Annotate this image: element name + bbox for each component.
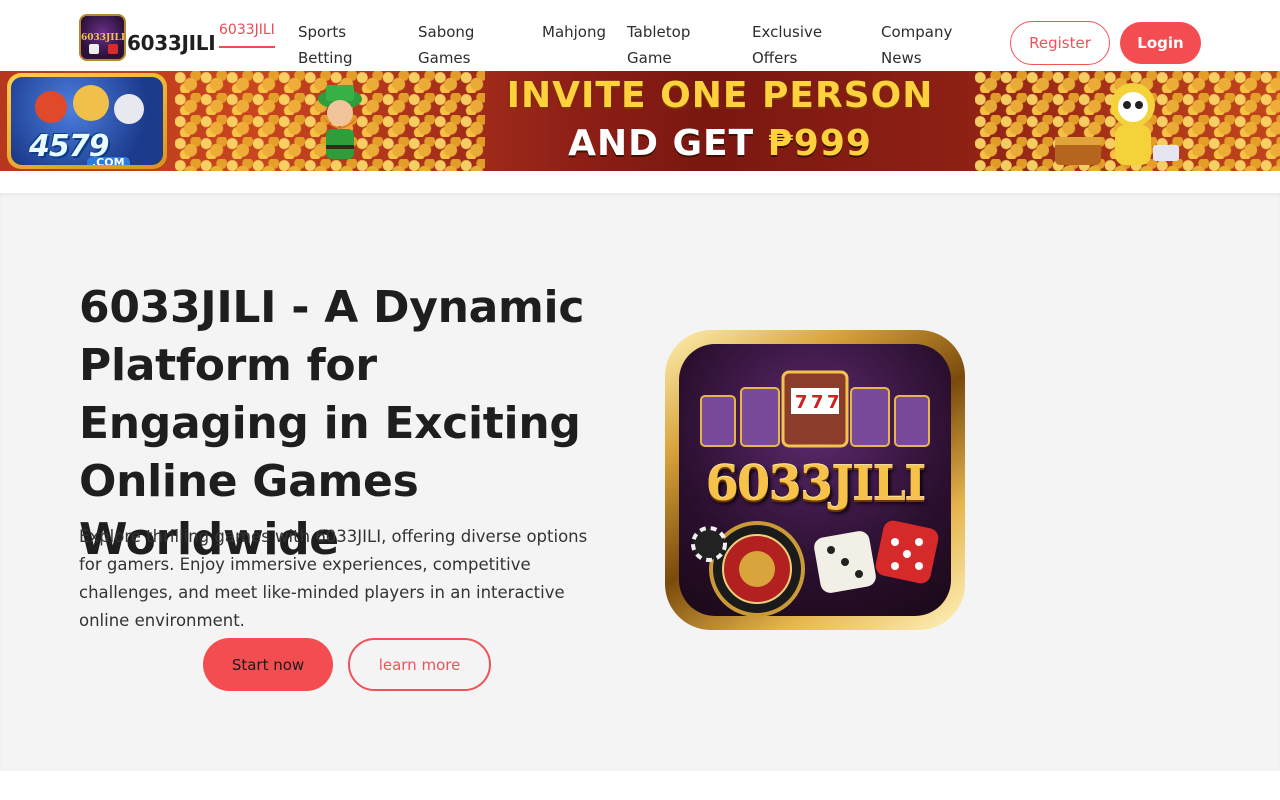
login-button[interactable]: Login (1120, 22, 1201, 64)
nav-item-company-news[interactable]: Company News (881, 19, 952, 71)
brand-logo-icon-text: 6033JILI (81, 33, 126, 43)
banner-amount: ₱999 (767, 123, 872, 164)
hero-description: Explore thrilling games with 6033JILI, o… (79, 527, 588, 630)
spacer-strip (0, 171, 1280, 193)
banner-headline: INVITE ONE PERSON AND GET ₱999 (440, 71, 1000, 171)
top-navbar: 6033JILI 6033JILI 6033JILI Sports Bettin… (0, 0, 1280, 71)
learn-more-button[interactable]: learn more (348, 638, 491, 691)
brand-logo-icon: 6033JILI (79, 14, 126, 61)
nav-item-6033jili[interactable]: 6033JILI (219, 19, 275, 48)
nav-item-sabong-games[interactable]: Sabong Games (418, 19, 474, 71)
promo-banner[interactable]: 4579 .COM INVITE ONE PERSON AND GET ₱999 (0, 71, 1280, 171)
svg-text:7: 7 (827, 392, 840, 413)
banner-line-1: INVITE ONE PERSON (506, 75, 934, 116)
nav-item-tabletop-game[interactable]: Tabletop Game (627, 19, 690, 71)
nav-item-sports-betting[interactable]: Sports Betting (298, 19, 352, 71)
svg-text:7: 7 (811, 392, 824, 413)
register-button[interactable]: Register (1010, 21, 1110, 65)
brand-logo[interactable]: 6033JILI 6033JILI (79, 14, 216, 61)
hero-image-logo-text: 6033JILI (705, 456, 927, 512)
svg-text:7: 7 (795, 392, 808, 413)
hero-app-image: 7 7 7 6033JILI (665, 330, 965, 630)
banner-line-2: AND GET ₱999 (440, 123, 1000, 164)
banner-line-2-prefix: AND GET (568, 123, 768, 164)
banner-logo-sub: .COM (87, 157, 130, 165)
nav-item-mahjong[interactable]: Mahjong (542, 19, 606, 45)
nav-item-exclusive-offers[interactable]: Exclusive Offers (752, 19, 822, 71)
hero-section: 6033JILI - A Dynamic Platform for Engagi… (0, 193, 1280, 771)
bottom-strip (0, 771, 1280, 800)
start-now-button[interactable]: Start now (203, 638, 333, 691)
leprechaun-icon (318, 85, 362, 159)
panda-mascot-icon (1055, 83, 1179, 165)
brand-name: 6033JILI (127, 31, 216, 55)
banner-site-logo: 4579 .COM (7, 73, 167, 169)
